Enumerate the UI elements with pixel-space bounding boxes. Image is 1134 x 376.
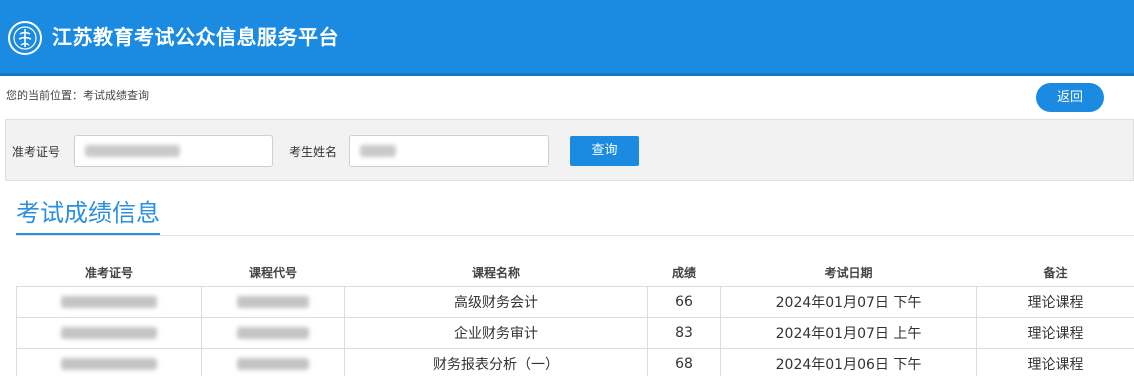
ticket-number-label: 准考证号 <box>12 145 61 159</box>
course-name-cell: 财务报表分析（一） <box>344 347 648 376</box>
exam-date-cell: 2024年01月07日 上午 <box>720 316 977 349</box>
exam-date-cell: 2024年01月07日 下午 <box>720 285 977 318</box>
note-cell: 理论课程 <box>976 285 1134 318</box>
column-header: 备注 <box>976 259 1134 287</box>
table-header-row: 准考证号 课程代号 课程名称 成绩 考试日期 备注 <box>16 259 1134 287</box>
note-cell: 理论课程 <box>976 316 1134 349</box>
course-name-cell: 高级财务会计 <box>344 285 648 318</box>
exam-date-cell: 2024年01月06日 下午 <box>720 347 977 376</box>
ticket-number-cell <box>16 285 202 318</box>
back-button[interactable]: 返回 <box>1036 83 1104 112</box>
table-row: 财务报表分析（一） 68 2024年01月06日 下午 理论课程 <box>16 347 1134 376</box>
redacted-value <box>61 357 157 370</box>
redacted-value <box>237 326 309 339</box>
score-table: 准考证号 课程代号 课程名称 成绩 考试日期 备注 高级财务会计 66 2024… <box>16 259 1134 376</box>
score-cell: 66 <box>647 285 721 318</box>
ticket-number-cell <box>16 347 202 376</box>
note-cell: 理论课程 <box>976 347 1134 376</box>
table-row: 企业财务审计 83 2024年01月07日 上午 理论课程 <box>16 316 1134 349</box>
redacted-value <box>61 326 157 339</box>
score-cell: 68 <box>647 347 721 376</box>
redacted-value <box>360 145 396 157</box>
ticket-number-cell <box>16 316 202 349</box>
redacted-value <box>61 295 157 308</box>
course-code-cell <box>201 347 345 376</box>
score-cell: 83 <box>647 316 721 349</box>
education-emblem-icon <box>8 21 42 55</box>
app-title: 江苏教育考试公众信息服务平台 <box>52 25 339 49</box>
column-header: 课程代号 <box>201 259 345 287</box>
candidate-name-label: 考生姓名 <box>289 145 338 159</box>
ticket-number-input[interactable] <box>74 135 273 167</box>
column-header: 准考证号 <box>16 259 202 287</box>
column-header: 考试日期 <box>720 259 977 287</box>
top-banner: 江苏教育考试公众信息服务平台 <box>0 0 1134 76</box>
column-header: 成绩 <box>647 259 721 287</box>
redacted-value <box>237 295 309 308</box>
course-code-cell <box>201 316 345 349</box>
search-panel: 准考证号 考生姓名 查询 <box>5 119 1134 181</box>
section-title: 考试成绩信息 <box>16 197 160 235</box>
redacted-value <box>237 357 309 370</box>
query-button[interactable]: 查询 <box>570 136 639 166</box>
course-name-cell: 企业财务审计 <box>344 316 648 349</box>
column-header: 课程名称 <box>344 259 648 287</box>
section-divider <box>16 235 1134 236</box>
redacted-value <box>85 145 180 157</box>
candidate-name-input[interactable] <box>349 135 549 167</box>
breadcrumb: 您的当前位置：考试成绩查询 <box>6 89 149 102</box>
course-code-cell <box>201 285 345 318</box>
table-row: 高级财务会计 66 2024年01月07日 下午 理论课程 <box>16 285 1134 318</box>
